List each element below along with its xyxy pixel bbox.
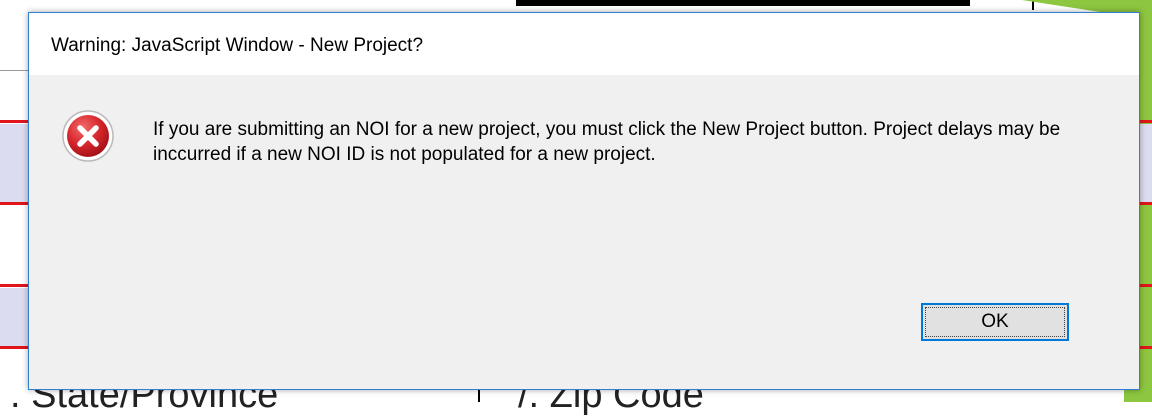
form-column-divider [478,390,480,402]
ok-button[interactable]: OK [921,303,1069,341]
dialog-titlebar[interactable]: Warning: JavaScript Window - New Project… [29,13,1139,75]
error-icon [61,109,115,163]
warning-dialog: Warning: JavaScript Window - New Project… [28,12,1140,390]
dialog-message: If you are submitting an NOI for a new p… [153,119,1061,165]
ok-button-label: OK [925,307,1065,337]
dialog-body: If you are submitting an NOI for a new p… [29,75,1139,389]
dialog-title: Warning: JavaScript Window - New Project… [51,35,424,56]
form-top-border [516,0,970,6]
